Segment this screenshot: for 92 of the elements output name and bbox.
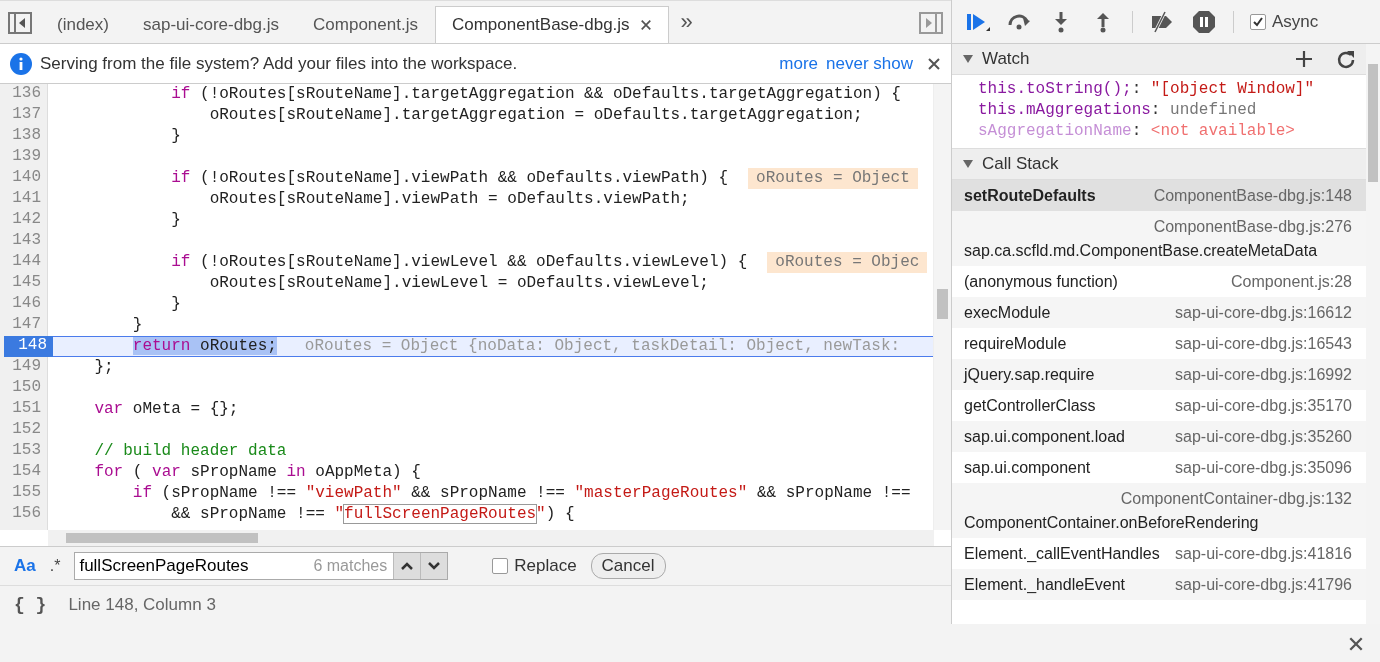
checkmark-icon (1252, 15, 1264, 28)
inline-value: oRoutes = Objec (767, 252, 928, 273)
line-number: 145 (11, 273, 42, 293)
call-frame[interactable]: execModule sap-ui-core-dbg.js:16612 (952, 297, 1366, 328)
code-line: var oMeta = {}; (93, 399, 239, 420)
inline-value: oRoutes = Object {noData: Object, taskDetail: Object, newTask: (303, 337, 902, 356)
line-number: 136 (11, 84, 42, 104)
scrollbar[interactable] (48, 530, 934, 546)
code-line: oRoutes[sRouteName].viewPath = oDefaults.viewPath; (208, 189, 690, 210)
code-line: oRoutes[sRouteName].targetAggregation = oDefaults.targetAggregation; (208, 105, 863, 126)
info-icon (10, 52, 32, 75)
close-icon[interactable] (639, 19, 652, 31)
expand-triangle-icon[interactable] (962, 53, 974, 65)
panel-toggle-icon[interactable] (917, 9, 945, 37)
line-number: 137 (11, 105, 42, 125)
sidebar-toggle-icon[interactable] (6, 9, 34, 37)
line-number: 139 (11, 147, 42, 167)
line-number: 140 (11, 168, 42, 188)
match-case-toggle[interactable]: Aa (14, 556, 36, 576)
code-line: return oRoutes; (132, 337, 277, 356)
down-chevron-icon[interactable] (427, 561, 442, 571)
editor-tab[interactable]: (index) (40, 6, 126, 43)
call-frame[interactable]: setRouteDefaults ComponentBase-dbg.js:148 (952, 180, 1366, 211)
infobar-message: Serving from the file system? Add your files into the workspace. (40, 53, 519, 74)
call-frame[interactable]: Element._callEventHandles sap-ui-core-dbg.js:41816 (952, 538, 1366, 569)
code-line: } (170, 126, 181, 147)
editor-tab[interactable]: Component.js (296, 6, 435, 43)
call-frame[interactable]: ComponentContainer-dbg.js:132 ComponentContainer.onBeforeRendering (952, 483, 1366, 538)
code-line: && sPropName !== "fullScreenPageRoutes") { (170, 504, 575, 525)
call-frame[interactable]: requireModule sap-ui-core-dbg.js:16543 (952, 328, 1366, 359)
scrollbar[interactable] (933, 84, 951, 530)
line-number: 153 (11, 441, 42, 461)
editor-tab[interactable]: sap-ui-core-dbg.js (125, 6, 297, 43)
search-field[interactable]: fullScreenPageRoutes 6 matches (74, 552, 449, 580)
code-line: }; (93, 357, 114, 378)
call-frame[interactable]: sap.ui.component sap-ui-core-dbg.js:35096 (952, 452, 1366, 483)
line-number: 147 (11, 315, 42, 335)
expand-triangle-icon[interactable] (962, 158, 974, 170)
line-number: 151 (11, 399, 42, 419)
call-frame[interactable]: jQuery.sap.require sap-ui-core-dbg.js:16992 (952, 359, 1366, 390)
section-header[interactable]: Call Stack (952, 149, 1366, 180)
code-line: if (!oRoutes[sRouteName].viewLevel && oDefaults.viewLevel) { (170, 252, 748, 273)
line-number: 141 (11, 189, 42, 209)
execution-line-number: 148 (4, 336, 53, 357)
watch-expression: sAggregationName: <not available> (978, 121, 1296, 142)
line-number: 144 (11, 252, 42, 272)
async-checkbox[interactable]: Async (1250, 11, 1319, 32)
watch-expression: this.toString();: "[object Window]" (978, 79, 1316, 100)
regex-toggle[interactable]: .* (49, 557, 61, 575)
section-header[interactable]: Watch (952, 44, 1366, 75)
call-frame[interactable]: (anonymous function) Component.js:28 (952, 266, 1366, 297)
watch-expression: this.mAggregations: undefined (978, 100, 1258, 121)
code-line: if (!oRoutes[sRouteName].targetAggregation && oDefaults.targetAggregation) { (170, 84, 901, 105)
infobar-link[interactable]: never show (826, 53, 913, 74)
line-number: 138 (11, 126, 42, 146)
pretty-print-button[interactable]: { } (14, 595, 47, 615)
code-line: for ( var sPropName in oAppMeta) { (93, 462, 421, 483)
more-tabs-button[interactable]: » (668, 9, 705, 43)
line-number: 150 (11, 378, 42, 398)
call-frame[interactable]: ComponentBase-dbg.js:276 sap.ca.scfld.md.ComponentBase.createMetaData (952, 211, 1366, 266)
close-icon[interactable] (1348, 636, 1364, 652)
pause-on-exceptions-icon[interactable] (1191, 8, 1217, 35)
code-line: if (sPropName !== "viewPath" && sPropName !== "masterPageRoutes" && sPropName !== (131, 483, 911, 504)
up-chevron-icon[interactable] (400, 561, 415, 571)
code-line: // build header data (93, 441, 287, 462)
cancel-button[interactable]: Cancel (590, 553, 666, 579)
code-line: oRoutes[sRouteName].viewLevel = oDefaults.viewLevel; (208, 273, 709, 294)
editor-tab[interactable]: ComponentBase-dbg.js (434, 6, 669, 43)
line-number: 152 (11, 420, 42, 440)
close-icon[interactable] (927, 56, 941, 71)
call-frame[interactable]: sap.ui.component.load sap-ui-core-dbg.js:35260 (952, 421, 1366, 452)
cursor-position: Line 148, Column 3 (68, 595, 216, 615)
call-frame[interactable]: Element._handleEvent sap-ui-core-dbg.js:41796 (952, 569, 1366, 600)
line-number: 154 (11, 462, 42, 482)
refresh-icon[interactable] (1336, 49, 1356, 69)
line-number: 149 (11, 357, 42, 377)
inline-value: oRoutes = Object (748, 168, 918, 189)
code-line: if (!oRoutes[sRouteName].viewPath && oDefaults.viewPath) { (170, 168, 729, 189)
line-number: 155 (11, 483, 42, 503)
replace-checkbox[interactable]: Replace (492, 556, 577, 576)
match-count: 6 matches (313, 557, 389, 575)
scrollbar[interactable] (1366, 44, 1380, 624)
line-number: 146 (11, 294, 42, 314)
call-frame[interactable]: getControllerClass sap-ui-core-dbg.js:35170 (952, 390, 1366, 421)
add-icon[interactable] (1294, 49, 1314, 69)
code-line: } (131, 315, 143, 336)
line-number: 143 (11, 231, 42, 251)
line-number: 142 (11, 210, 42, 230)
code-line: } (170, 210, 181, 231)
code-line: } (170, 294, 181, 315)
line-number: 156 (11, 504, 42, 524)
infobar-link[interactable]: more (779, 53, 819, 74)
